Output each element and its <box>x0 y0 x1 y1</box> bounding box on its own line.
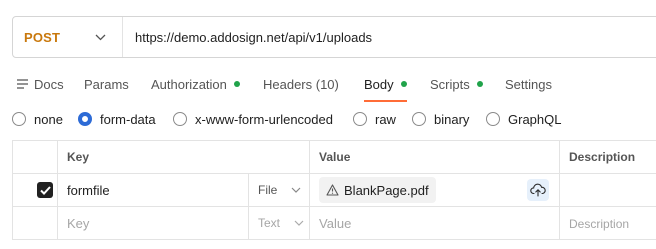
description-cell[interactable] <box>559 173 656 207</box>
row-check-cell <box>12 206 58 240</box>
header-check-cell <box>12 140 58 174</box>
status-dot <box>476 81 483 87</box>
radio-circle <box>12 112 26 126</box>
form-data-table: Key Value Description formfile File Blan… <box>12 140 656 240</box>
radio-circle <box>412 112 426 126</box>
tab-settings[interactable]: Settings <box>505 66 552 102</box>
header-value: Value <box>309 140 561 174</box>
row-check-cell <box>12 173 58 207</box>
tab-authorization[interactable]: Authorization <box>151 66 240 102</box>
tab-scripts[interactable]: Scripts <box>430 66 483 102</box>
chevron-down-icon <box>293 217 305 229</box>
tab-headers[interactable]: Headers (10) <box>263 66 339 102</box>
radio-raw[interactable]: raw <box>353 108 396 130</box>
doc-icon <box>16 78 29 90</box>
request-url-bar: POST https://demo.addosign.net/api/v1/up… <box>12 16 656 58</box>
value-placeholder: Value <box>319 215 352 231</box>
value-cell: BlankPage.pdf <box>309 173 561 207</box>
key-placeholder: Key <box>67 215 90 231</box>
key-value: formfile <box>67 182 110 198</box>
radio-graphql[interactable]: GraphQL <box>486 108 561 130</box>
radio-circle <box>486 112 500 126</box>
method-selector[interactable]: POST <box>13 17 123 57</box>
radio-label: GraphQL <box>508 111 562 127</box>
radio-circle <box>353 112 367 126</box>
radio-circle-checked <box>78 112 92 126</box>
file-name: BlankPage.pdf <box>344 182 429 198</box>
tab-label: Authorization <box>151 76 227 92</box>
type-label: Text <box>258 216 281 230</box>
header-description: Description <box>559 140 656 174</box>
key-cell[interactable]: formfile <box>57 173 249 207</box>
type-select[interactable]: File <box>249 183 309 197</box>
tab-label: Scripts <box>430 76 470 92</box>
type-cell[interactable]: File <box>247 173 311 207</box>
tab-label: Headers (10) <box>263 76 339 92</box>
warning-icon <box>326 184 339 196</box>
tab-label: Body <box>364 76 394 92</box>
description-value <box>560 184 569 198</box>
radio-form-data[interactable]: form-data <box>78 108 156 130</box>
tab-label: Docs <box>34 76 64 92</box>
radio-label: form-data <box>100 111 156 127</box>
description-cell[interactable]: Description <box>559 206 656 240</box>
tab-body[interactable]: Body <box>364 66 407 102</box>
table-row: formfile File BlankPage.pdf <box>12 173 656 207</box>
status-dot <box>233 81 240 87</box>
value-cell[interactable]: Value <box>309 206 561 240</box>
tab-label: Params <box>84 76 129 92</box>
tab-docs[interactable]: Docs <box>16 66 64 102</box>
table-row-new: Key Text Value Description <box>12 206 656 240</box>
radio-none[interactable]: none <box>12 108 63 130</box>
radio-label: raw <box>375 111 396 127</box>
upload-cloud-button[interactable] <box>527 179 550 201</box>
radio-label: none <box>34 111 63 127</box>
radio-label: x-www-form-urlencoded <box>195 111 333 127</box>
table-header-row: Key Value Description <box>12 140 656 174</box>
body-type-selector: none form-data x-www-form-urlencoded raw… <box>0 108 656 130</box>
file-chip[interactable]: BlankPage.pdf <box>319 177 436 203</box>
radio-x-www-form-urlencoded[interactable]: x-www-form-urlencoded <box>173 108 333 130</box>
radio-circle <box>173 112 187 126</box>
radio-label: binary <box>434 111 470 127</box>
status-dot <box>400 81 407 87</box>
url-input[interactable]: https://demo.addosign.net/api/v1/uploads <box>123 30 372 45</box>
tab-label: Settings <box>505 76 552 92</box>
type-label: File <box>258 183 278 197</box>
request-tabs: Docs Params Authorization Headers (10) B… <box>0 66 656 102</box>
chevron-down-icon <box>94 31 106 43</box>
radio-binary[interactable]: binary <box>412 108 469 130</box>
chevron-down-icon <box>290 184 302 196</box>
row-checkbox[interactable] <box>37 182 53 198</box>
checkmark-icon <box>39 185 51 195</box>
method-label: POST <box>24 29 61 45</box>
key-cell[interactable]: Key <box>57 206 249 240</box>
tab-params[interactable]: Params <box>84 66 129 102</box>
type-select[interactable]: Text <box>249 216 309 230</box>
description-placeholder: Description <box>569 216 630 231</box>
type-cell[interactable]: Text <box>247 206 311 240</box>
header-key: Key <box>56 140 311 174</box>
cloud-upload-icon <box>530 183 546 197</box>
